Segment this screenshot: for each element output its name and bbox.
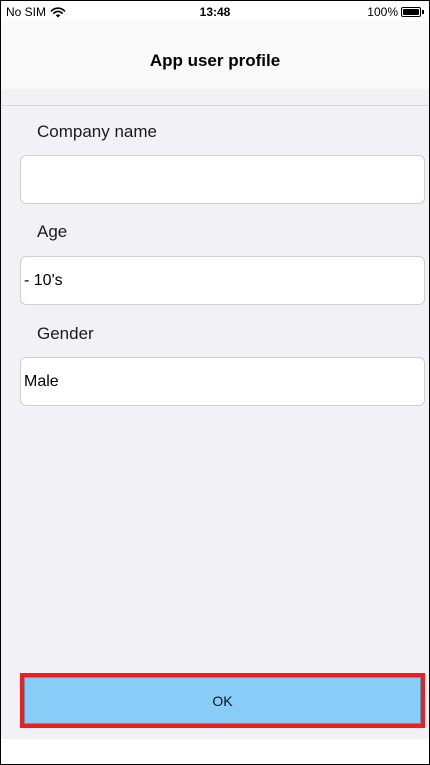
status-bar: No SIM 13:48 100% [1,1,429,21]
profile-form: Company name Age - 10's Gender Male [1,89,429,739]
ok-button-highlight: OK [20,673,425,728]
bottom-safe-area [1,739,429,764]
page-title: App user profile [149,51,281,70]
ok-button[interactable]: OK [24,677,421,724]
battery-fill [403,9,419,15]
phone-screen: No SIM 13:48 100% App user profile Compa… [0,0,430,765]
battery-icon [401,7,421,17]
gender-label: Gender [37,324,94,343]
battery-percent: 100% [367,5,398,19]
company-name-label: Company name [37,122,158,141]
company-name-input[interactable] [20,155,425,204]
age-label: Age [37,222,68,241]
status-right: 100% [367,5,424,19]
age-select[interactable]: - 10's [20,256,425,305]
gender-select[interactable]: Male [20,357,425,406]
navigation-bar: App user profile [1,21,429,90]
section-divider [1,105,429,106]
status-time: 13:48 [199,5,231,19]
battery-tip [422,10,424,14]
